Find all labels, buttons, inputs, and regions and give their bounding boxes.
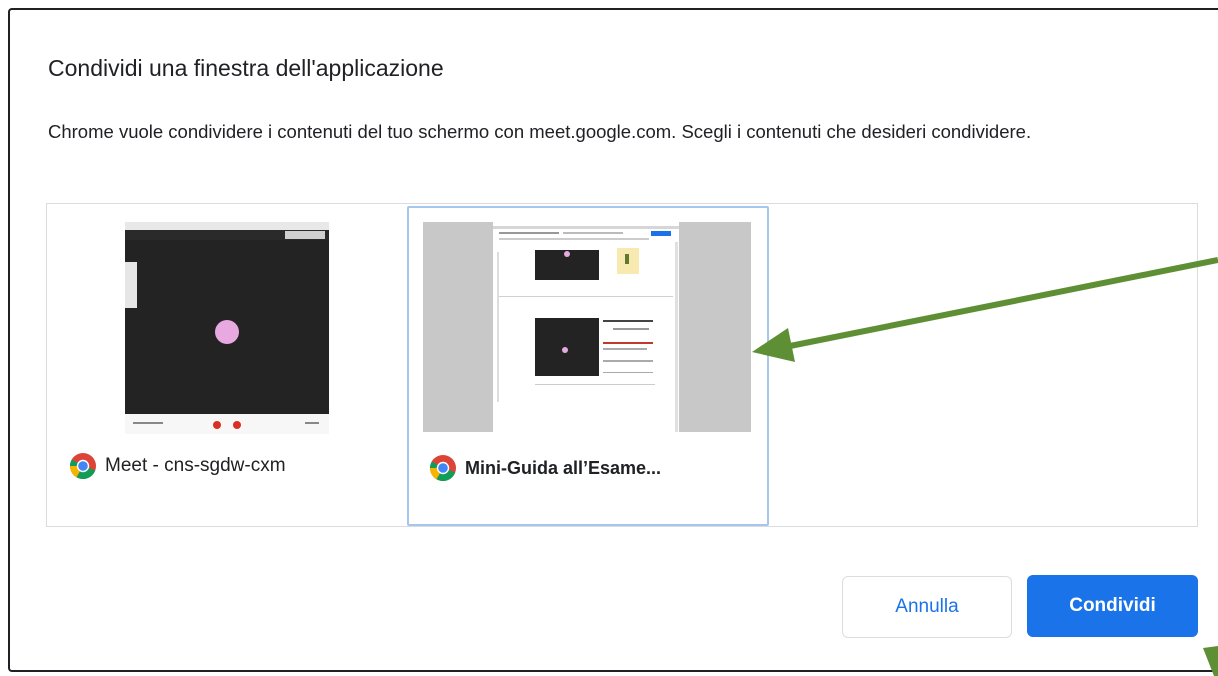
dialog-title: Condividi una finestra dell'applicazione (48, 55, 444, 81)
window-thumbnail-meet (125, 222, 329, 434)
cancel-button[interactable]: Annulla (842, 576, 1012, 638)
window-option-meet[interactable]: Meet - cns-sgdw-cxm (47, 204, 407, 526)
window-option-meet-label-row: Meet - cns-sgdw-cxm (69, 452, 286, 480)
chrome-icon (430, 455, 456, 482)
window-picker: Meet - cns-sgdw-cxm Mini-Guida all’Esame… (46, 203, 1198, 527)
dialog-description: Chrome vuole condividere i contenuti del… (48, 121, 1032, 142)
chrome-icon (70, 453, 96, 480)
share-button[interactable]: Condividi (1027, 575, 1198, 637)
window-option-mini-guida-label-row: Mini-Guida all’Esame... (429, 454, 661, 482)
window-option-meet-label: Meet - cns-sgdw-cxm (105, 455, 286, 476)
window-option-mini-guida[interactable]: Mini-Guida all’Esame... (407, 206, 769, 526)
window-option-mini-guida-label: Mini-Guida all’Esame... (465, 457, 662, 478)
window-thumbnail-mini-guida (423, 222, 751, 432)
